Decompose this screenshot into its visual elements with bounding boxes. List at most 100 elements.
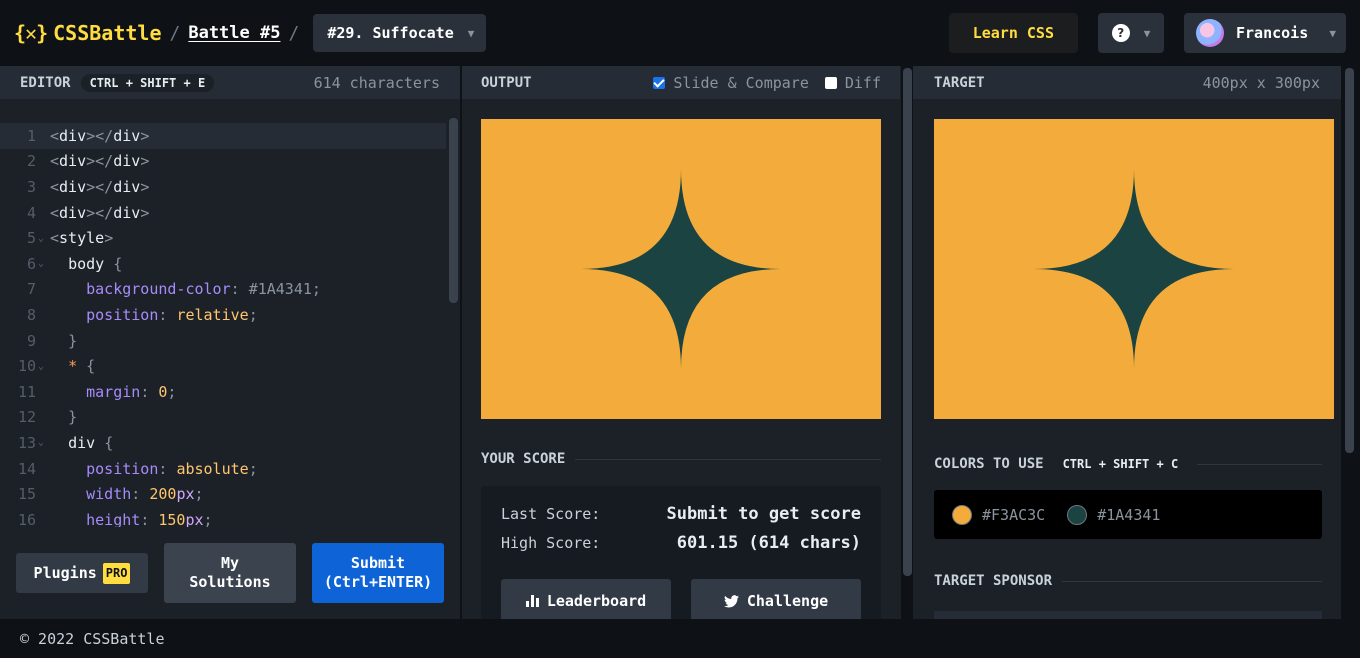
score-card: Last Score: Submit to get score High Sco… <box>481 486 881 626</box>
page-scrollbar[interactable] <box>1341 66 1360 619</box>
chevron-down-icon: ▼ <box>1329 26 1336 40</box>
solutions-label-line1: My <box>220 554 240 572</box>
diff-checkbox[interactable]: Diff <box>824 74 881 92</box>
code-text: } <box>68 331 78 350</box>
code-text: <style> <box>50 229 114 248</box>
code-text: <div></div> <box>50 152 150 171</box>
colors-heading: COLORS TO USE CTRL + SHIFT + C <box>934 455 1322 473</box>
challenge-select[interactable]: #29. Suffocate ▼ <box>313 14 487 52</box>
output-star-shape <box>581 169 781 369</box>
colors-title: COLORS TO USE <box>934 456 1044 472</box>
code-text: body { <box>68 254 123 273</box>
target-panel: TARGET 400px x 300px COLORS TO USE CTRL … <box>913 66 1341 619</box>
breadcrumb-separator: / <box>169 22 181 44</box>
color-dot <box>952 504 972 525</box>
line-number: 2 <box>26 152 36 171</box>
slide-compare-label: Slide & Compare <box>673 73 809 92</box>
color-swatch[interactable]: #1A4341 <box>1067 504 1160 525</box>
line-number: 11 <box>17 382 36 401</box>
color-hex-label: #F3AC3C <box>982 505 1046 524</box>
checkbox-checked-icon <box>653 76 666 89</box>
submit-label-line1: Submit <box>350 554 406 572</box>
line-number: 12 <box>17 408 36 427</box>
code-line[interactable]: 11 margin: 0; <box>0 379 446 405</box>
help-menu-button[interactable]: ? ▼ <box>1098 13 1164 53</box>
avatar <box>1196 19 1224 47</box>
fold-chevron-icon[interactable]: ⌄ <box>36 361 50 372</box>
section-divider <box>575 458 881 460</box>
code-line[interactable]: 6 ⌄ body { <box>0 251 446 277</box>
code-line[interactable]: 16 height: 150px; <box>0 507 446 527</box>
fold-chevron-icon[interactable]: ⌄ <box>36 233 50 244</box>
code-text: <div></div> <box>50 126 150 145</box>
code-editor[interactable]: 1 <div></div> 2 <div></div> 3 <div></div> 4 <di… <box>0 123 446 527</box>
code-text: position: absolute; <box>86 459 258 478</box>
sponsor-box <box>934 611 1322 619</box>
output-canvas[interactable] <box>481 119 881 419</box>
target-title: TARGET <box>934 74 985 91</box>
code-line[interactable]: 5 ⌄ <style> <box>0 225 446 251</box>
line-number: 6 <box>26 254 36 273</box>
learn-css-button[interactable]: Learn CSS <box>948 13 1078 53</box>
code-line[interactable]: 10 ⌄ * { <box>0 353 446 379</box>
user-name: Francois <box>1236 24 1309 42</box>
code-line[interactable]: 4 <div></div> <box>0 200 446 226</box>
fold-chevron-icon[interactable]: ⌄ <box>36 437 50 448</box>
your-score-heading: YOUR SCORE <box>481 451 881 467</box>
output-scrollbar[interactable] <box>901 66 913 619</box>
line-number: 10 <box>17 357 36 376</box>
challenge-label: Challenge <box>746 592 829 610</box>
colors-card: #F3AC3C #1A4341 <box>934 490 1322 539</box>
line-number: 14 <box>17 459 36 478</box>
leaderboard-button[interactable]: Leaderboard <box>501 579 671 623</box>
section-divider <box>1062 580 1322 582</box>
code-text: <div></div> <box>50 177 150 196</box>
line-number: 16 <box>17 510 36 527</box>
challenge-button[interactable]: Challenge <box>691 579 861 623</box>
code-text: <div></div> <box>50 203 150 222</box>
scrollbar-thumb[interactable] <box>903 68 912 576</box>
battle-link[interactable]: Battle #5 <box>188 23 280 43</box>
editor-shortcut-badge: CTRL + SHIFT + E <box>80 73 215 92</box>
bar-chart-icon <box>525 595 539 607</box>
editor-header: EDITOR CTRL + SHIFT + E 614 characters <box>0 66 460 99</box>
solutions-label-line2: Solutions <box>189 573 271 591</box>
code-line[interactable]: 12 } <box>0 405 446 431</box>
line-number: 15 <box>17 485 36 504</box>
target-header: TARGET 400px x 300px <box>913 66 1341 99</box>
slide-compare-checkbox[interactable]: Slide & Compare <box>653 73 809 92</box>
submit-button[interactable]: Submit (Ctrl+ENTER) <box>312 543 444 603</box>
code-line[interactable]: 15 width: 200px; <box>0 481 446 507</box>
fold-chevron-icon[interactable]: ⌄ <box>36 258 50 269</box>
color-dot <box>1067 504 1088 525</box>
code-line[interactable]: 1 <div></div> <box>0 123 446 149</box>
my-solutions-button[interactable]: My Solutions <box>164 543 296 603</box>
breadcrumb-separator: / <box>288 22 300 44</box>
code-line[interactable]: 13 ⌄ div { <box>0 430 446 456</box>
code-line[interactable]: 2 <div></div> <box>0 149 446 175</box>
character-count: 614 characters <box>313 73 440 92</box>
code-line[interactable]: 9 } <box>0 328 446 354</box>
code-line[interactable]: 3 <div></div> <box>0 174 446 200</box>
line-number: 5 <box>26 229 36 248</box>
output-header: OUTPUT Slide & Compare Diff <box>462 66 900 99</box>
chevron-down-icon: ▼ <box>467 26 475 40</box>
code-line[interactable]: 7 background-color: #1A4341; <box>0 277 446 303</box>
high-score-value: 601.15 (614 chars) <box>676 533 861 553</box>
user-menu-button[interactable]: Francois ▼ <box>1184 13 1346 53</box>
code-line[interactable]: 14 position: absolute; <box>0 456 446 482</box>
chevron-down-icon: ▼ <box>1143 26 1151 40</box>
editor-scrollbar[interactable] <box>449 118 458 303</box>
cssbattle-logo[interactable]: {✕} CSSBattle <box>14 21 162 45</box>
footer: © 2022 CSSBattle <box>0 619 1360 658</box>
leaderboard-label: Leaderboard <box>546 592 647 610</box>
output-panel: OUTPUT Slide & Compare Diff YOUR SCORE L… <box>462 66 900 626</box>
code-line[interactable]: 8 position: relative; <box>0 302 446 328</box>
line-number: 7 <box>26 280 36 299</box>
output-title: OUTPUT <box>481 74 532 91</box>
color-swatch[interactable]: #F3AC3C <box>952 504 1046 525</box>
scrollbar-thumb[interactable] <box>1345 68 1354 453</box>
submit-label-line2: (Ctrl+ENTER) <box>323 573 433 591</box>
high-score-label: High Score: <box>501 534 601 552</box>
plugins-button[interactable]: Plugins PRO <box>16 553 148 593</box>
